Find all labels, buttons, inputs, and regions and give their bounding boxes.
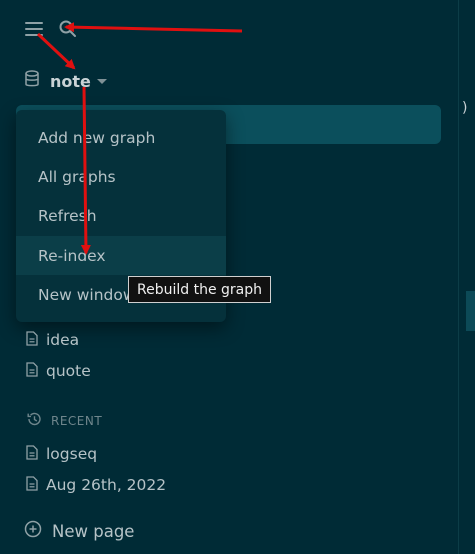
menu-item-label: Add new graph (38, 128, 156, 147)
recent-item-label: Aug 26th, 2022 (46, 476, 167, 494)
page-icon (26, 475, 38, 495)
recent-header[interactable]: RECENT (26, 411, 102, 431)
left-sidebar: note Add new graph All graphs Refresh Re… (0, 0, 458, 554)
recent-item-label: logseq (46, 445, 98, 463)
favorite-item-label: quote (46, 362, 91, 380)
page-icon (26, 361, 38, 381)
menu-item-label: Refresh (38, 206, 97, 225)
main-content-edge (459, 0, 475, 554)
hamburger-icon[interactable] (25, 22, 43, 36)
caret-down-icon (96, 78, 107, 84)
recent-item-aug-26th[interactable]: Aug 26th, 2022 (26, 474, 166, 496)
menu-item-re-index[interactable]: Re-index (16, 236, 226, 275)
search-icon[interactable] (58, 19, 78, 39)
menu-item-label: New window (38, 285, 136, 304)
menu-item-label: All graphs (38, 167, 116, 186)
favorite-item-label: idea (46, 331, 80, 349)
recent-title: RECENT (51, 414, 103, 428)
history-icon (26, 411, 42, 431)
new-page-label: New page (52, 521, 135, 541)
new-page-button[interactable]: New page (24, 519, 134, 543)
menu-item-add-new-graph[interactable]: Add new graph (16, 118, 226, 157)
menu-item-refresh[interactable]: Refresh (16, 196, 226, 235)
menu-item-all-graphs[interactable]: All graphs (16, 157, 226, 196)
menu-item-label: Re-index (38, 246, 106, 265)
tooltip: Rebuild the graph (128, 276, 271, 303)
favorite-item-idea[interactable]: idea (26, 329, 79, 351)
graph-name: note (50, 71, 91, 91)
database-icon (24, 70, 40, 92)
favorite-item-quote[interactable]: quote (26, 360, 91, 382)
plus-circle-icon (24, 520, 42, 542)
graph-selector[interactable]: note (24, 69, 107, 93)
page-icon (26, 444, 38, 464)
page-icon (26, 330, 38, 350)
recent-item-logseq[interactable]: logseq (26, 443, 97, 465)
main-content-glyph: ) (462, 100, 468, 116)
main-content-highlight (466, 291, 475, 331)
